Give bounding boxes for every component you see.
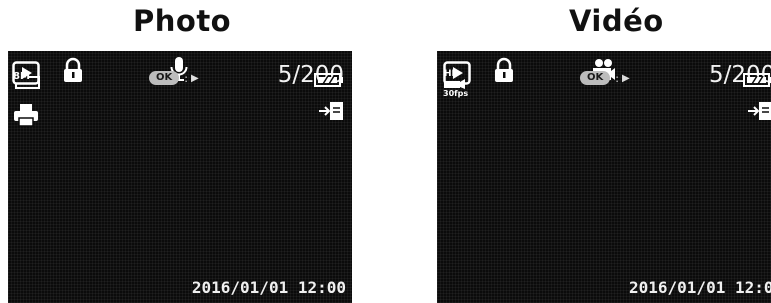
- ok-button-badge: OK: [580, 71, 611, 85]
- battery-icon: [743, 73, 771, 87]
- play-arrow-icon: ▶: [621, 72, 630, 84]
- datetime-stamp: 2016/01/01 12:00: [191, 278, 346, 297]
- ok-separator: :: [615, 71, 619, 85]
- transfer-icon: [748, 102, 771, 120]
- resolution-icon: [15, 76, 40, 89]
- lock-icon[interactable]: [62, 57, 84, 83]
- ok-hint: OK : ▶: [149, 71, 199, 85]
- battery-icon: [314, 73, 343, 87]
- play-arrow-icon: ▶: [190, 72, 199, 84]
- video-panel-title: Vidéo: [569, 4, 664, 38]
- ok-separator: :: [184, 71, 188, 85]
- ok-hint: OK : ▶: [580, 71, 630, 85]
- photo-playback-screen: 5/200 8M OK : ▶ 2016/01/01 12:00: [8, 51, 352, 303]
- video-resolution-icon: [444, 79, 465, 89]
- lock-icon[interactable]: [493, 57, 515, 83]
- photo-panel-title: Photo: [133, 4, 232, 38]
- video-playback-screen: 5/200 HD 30fps OK : ▶ 2016/01/01 12:00: [437, 51, 771, 303]
- frame-rate-label: 30fps: [443, 89, 469, 98]
- transfer-icon: [319, 102, 343, 120]
- ok-button-badge: OK: [149, 71, 180, 85]
- datetime-stamp: 2016/01/01 12:00: [629, 278, 771, 297]
- print-icon: [14, 104, 38, 127]
- video-resolution-label: HD: [444, 69, 460, 79]
